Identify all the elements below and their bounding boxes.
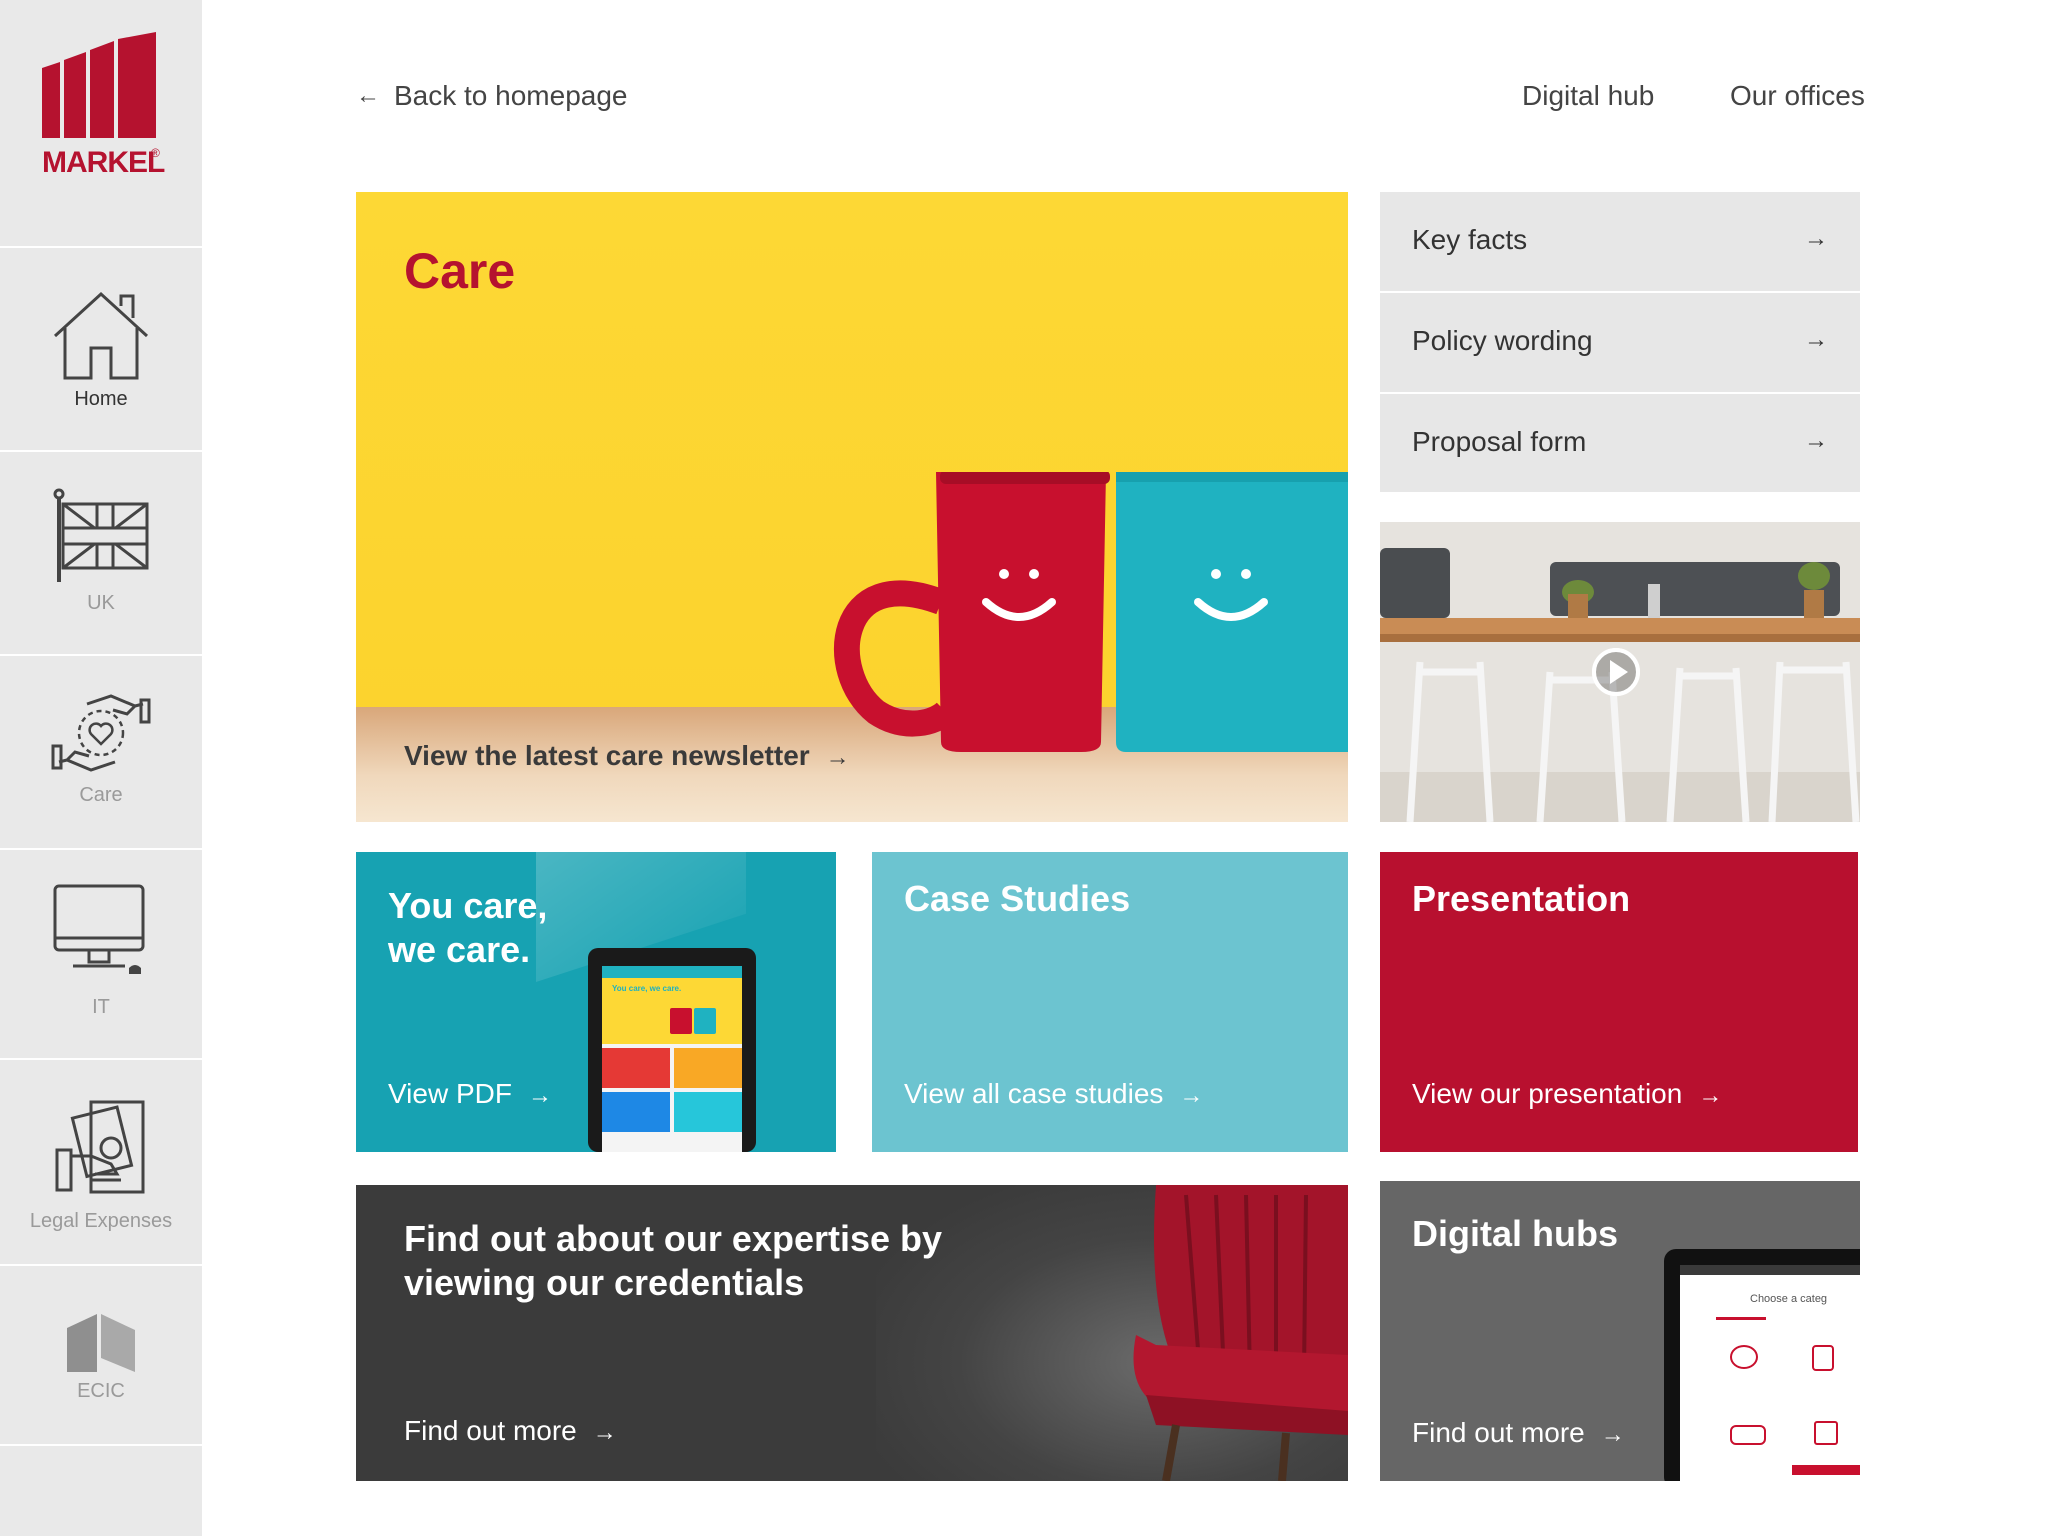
uk-flag-icon [53,488,149,582]
title-line: we care. [388,929,531,970]
title-line: viewing our credentials [404,1262,805,1303]
markel-logo-icon [42,32,156,138]
tablet-screen: Choose a categ [1680,1265,1860,1481]
sidebar-item-it[interactable]: IT [0,852,202,1060]
cta-label: View all case studies [904,1078,1164,1109]
arrow-right-icon: → [1600,1421,1625,1448]
key-facts-link[interactable]: Key facts → [1380,192,1860,291]
play-icon[interactable] [1590,646,1642,698]
presentation-tile[interactable]: Presentation View our presentation → [1380,852,1858,1152]
case-studies-tile[interactable]: Case Studies View all case studies → [872,852,1348,1152]
care-hands-heart-icon [51,694,151,772]
back-to-homepage-link[interactable]: ← Back to homepage [356,80,628,112]
back-label: Back to homepage [394,80,628,111]
care-hero-tile[interactable]: Care View the latest care newsletter → [356,192,1348,822]
quick-link-label: Key facts [1412,224,1528,255]
arrow-right-icon: → [527,1082,552,1109]
smiling-mugs-image [834,472,1348,752]
cta-label: View PDF [388,1078,512,1109]
you-care-tile[interactable]: You care, we care. You care, we care. Vi… [356,852,836,1152]
sidebar-item-label: IT [92,996,110,1018]
you-care-title: You care, we care. [388,884,547,972]
home-icon [53,291,149,380]
sidebar-item-label: Home [74,388,128,410]
arrow-right-icon: → [1698,1082,1723,1109]
view-pdf-link[interactable]: View PDF → [388,1078,552,1110]
digital-hubs-title: Digital hubs [1412,1213,1618,1254]
arrow-right-icon: → [1804,427,1828,454]
credentials-title: Find out about our expertise by viewing … [404,1217,942,1305]
sidebar: MARKEL ® Home UK Care IT Legal Expenses … [0,0,202,1536]
markel-logo[interactable]: MARKEL ® [0,0,202,248]
digital-hub-link[interactable]: Digital hub [1522,80,1654,112]
arrow-right-icon: → [592,1419,617,1446]
red-armchair-image [1133,1185,1348,1481]
sidebar-item-label: Legal Expenses [29,1210,173,1232]
view-presentation-link[interactable]: View our presentation → [1412,1078,1722,1110]
cta-label: Find out more [404,1415,577,1446]
quick-link-label: Proposal form [1412,426,1587,457]
logo-text: MARKEL [42,146,165,179]
sidebar-item-label: UK [87,592,115,614]
cta-label: Find out more [1412,1417,1585,1448]
tablet-screen-text: Choose a categ [1750,1293,1828,1305]
video-tile[interactable] [1380,522,1860,822]
title-line: Find out about our expertise by [404,1218,943,1259]
sidebar-item-label: Care [79,784,123,806]
legal-money-hand-icon [55,1100,145,1194]
hero-cta-label: View the latest care newsletter [404,740,810,771]
arrow-right-icon: → [1804,326,1828,353]
cta-label: View our presentation [1412,1078,1683,1109]
tablet-image: You care, we care. [588,948,756,1152]
arrow-right-icon: → [825,744,850,771]
computer-monitor-icon [53,884,145,974]
our-offices-link[interactable]: Our offices [1730,80,1865,112]
care-newsletter-link[interactable]: View the latest care newsletter → [404,740,850,772]
tablet-image: Choose a categ [1664,1249,1860,1481]
digital-hubs-find-out-more-link[interactable]: Find out more → [1412,1417,1625,1449]
view-all-case-studies-link[interactable]: View all case studies → [904,1078,1203,1110]
case-studies-title: Case Studies [904,878,1131,919]
sidebar-item-uk[interactable]: UK [0,454,202,656]
quick-link-label: Policy wording [1412,325,1593,356]
sidebar-item-home[interactable]: Home [0,250,202,452]
credentials-find-out-more-link[interactable]: Find out more → [404,1415,617,1447]
logo-registered: ® [151,146,160,160]
arrow-right-icon: → [1179,1082,1204,1109]
presentation-title: Presentation [1412,878,1631,919]
credentials-tile[interactable]: Find out about our expertise by viewing … [356,1185,1348,1481]
digital-hubs-tile[interactable]: Choose a categ Digital hubs Find out mor… [1380,1181,1860,1481]
hero-title: Care [404,243,516,299]
ecic-logo-icon [67,1314,135,1372]
arrow-right-icon: → [1804,225,1828,252]
title-line: You care, [388,885,548,926]
sidebar-item-ecic[interactable]: ECIC [0,1268,202,1446]
arrow-left-icon: ← [356,82,380,109]
policy-wording-link[interactable]: Policy wording → [1380,293,1860,392]
sidebar-item-label: ECIC [77,1380,125,1402]
proposal-form-link[interactable]: Proposal form → [1380,394,1860,492]
tablet-screen: You care, we care. [602,966,742,1152]
tablet-screen-text: You care, we care. [612,984,682,993]
sidebar-item-care[interactable]: Care [0,658,202,850]
sidebar-item-legal-expenses[interactable]: Legal Expenses [0,1062,202,1266]
